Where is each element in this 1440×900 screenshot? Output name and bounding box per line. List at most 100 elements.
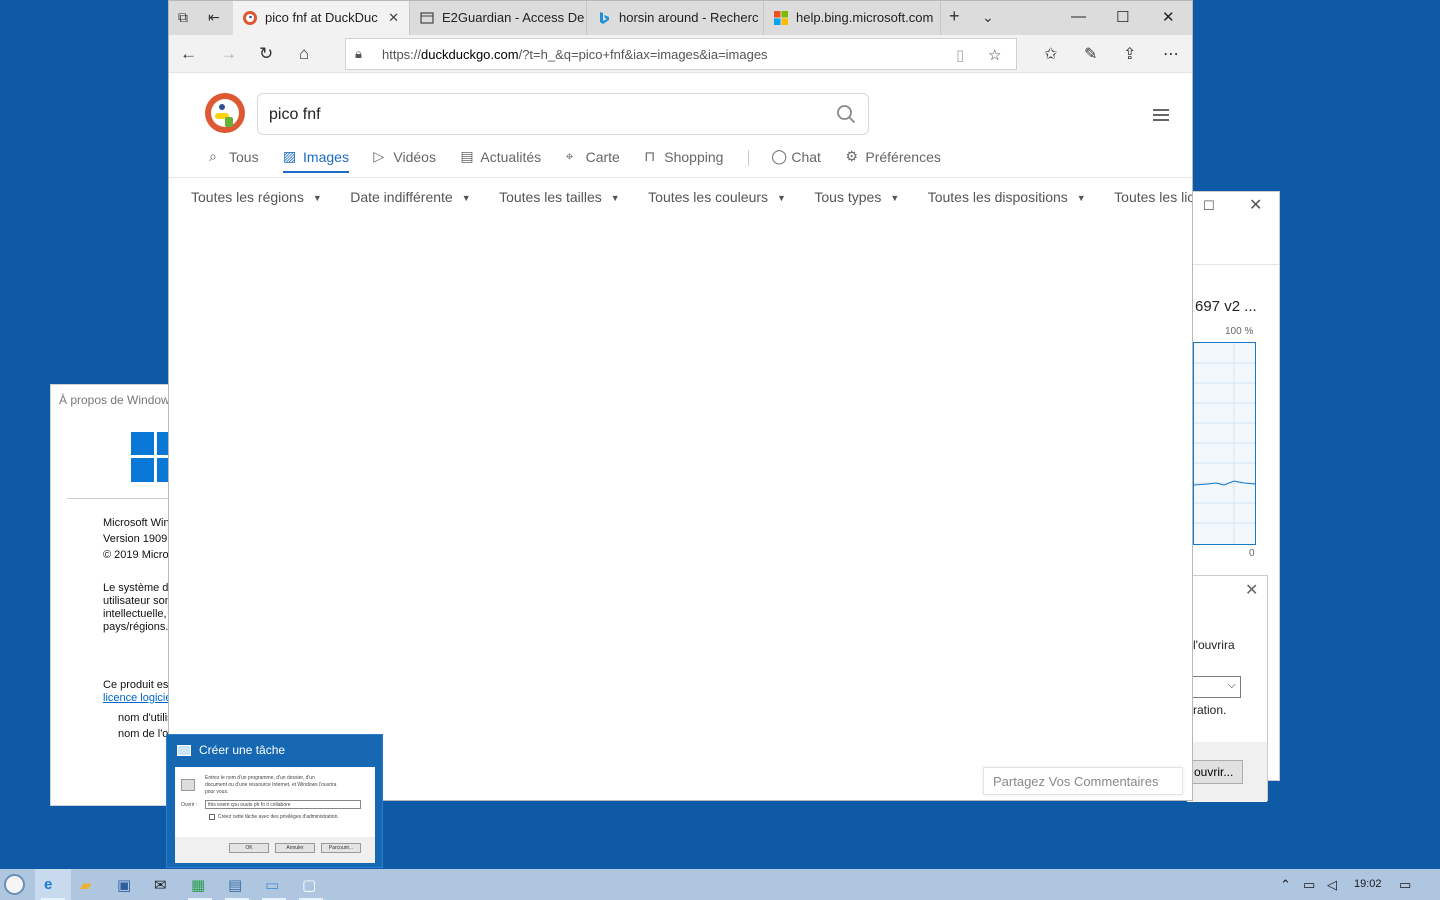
tab-shopping[interactable]: ⊓ Shopping <box>644 148 723 165</box>
image-icon: ▨ <box>283 148 297 164</box>
start-button[interactable] <box>4 874 25 895</box>
about-para-line: Le système d <box>103 582 169 594</box>
refresh-icon[interactable]: ↻ <box>259 44 273 64</box>
close-icon[interactable]: ✕ <box>1249 195 1262 215</box>
filter-size[interactable]: Toutes les tailles ▼ <box>499 189 620 205</box>
tab-bar: ⧉ ⇤ pico fnf at DuckDuc ✕ E2Guardian - A… <box>169 1 1192 35</box>
maximize-icon[interactable]: ☐ <box>1203 198 1215 214</box>
tab-images[interactable]: ▨ Images <box>283 148 349 173</box>
filter-layout[interactable]: Toutes les dispositions ▼ <box>928 189 1086 205</box>
url-text: https://duckduckgo.com/?t=h_&q=pico+fnf&… <box>382 47 768 62</box>
tab-title: horsin around - Recherc <box>619 10 759 25</box>
tab-e2guardian[interactable]: E2Guardian - Access De <box>410 1 587 35</box>
run-open-combobox[interactable]: ⌵ <box>1189 676 1241 698</box>
close-icon[interactable]: ✕ <box>1245 580 1258 600</box>
caret-down-icon: ▼ <box>610 193 620 203</box>
thumb-desc-line: document ou d'une ressource Internet, et… <box>205 782 337 788</box>
tab-bing-help[interactable]: help.bing.microsoft.com <box>764 1 941 35</box>
show-hidden-icons-chevron-icon[interactable]: ⌃ <box>1280 877 1291 893</box>
about-user-line: nom d'utilis <box>118 712 173 724</box>
duckduckgo-icon <box>243 11 257 25</box>
shopping-bag-icon: ⊓ <box>644 148 656 164</box>
forward-arrow-icon[interactable]: → <box>220 44 237 64</box>
volume-muted-icon[interactable]: ◁ <box>1327 877 1337 893</box>
thumb-cancel-button: Annuler <box>275 843 315 853</box>
filter-color[interactable]: Toutes les couleurs ▼ <box>648 189 786 205</box>
folder-icon: ▰ <box>80 877 92 894</box>
share-icon[interactable]: ⇪ <box>1123 44 1136 64</box>
notifications-icon[interactable]: ▭ <box>1399 877 1411 893</box>
graph-scale-top: 100 % <box>1225 326 1254 337</box>
search-icon: ⌕ <box>209 148 217 164</box>
web-note-icon[interactable]: ✎ <box>1084 44 1097 64</box>
taskbar-store[interactable]: ▣ <box>108 869 144 900</box>
tab-bing-search[interactable]: horsin around - Recherc <box>587 1 764 35</box>
browse-button[interactable]: ouvrir... <box>1189 760 1243 784</box>
filter-date[interactable]: Date indifférente ▼ <box>350 189 470 205</box>
store-icon: ▣ <box>117 877 132 894</box>
filter-type[interactable]: Tous types ▼ <box>814 189 899 205</box>
minimize-icon[interactable]: — <box>1071 8 1086 25</box>
taskbar-run[interactable]: ▭ <box>256 869 292 900</box>
tab-actualites[interactable]: ▤ Actualités <box>460 148 541 165</box>
run-dialog-icon <box>181 779 195 791</box>
feedback-button[interactable]: Partagez Vos Commentaires <box>983 767 1183 795</box>
maximize-icon[interactable]: ☐ <box>1116 8 1129 26</box>
favorite-star-icon[interactable]: ☆ <box>988 46 1001 64</box>
taskbar-mail[interactable]: ✉ <box>145 869 181 900</box>
thumb-admin-checkbox <box>209 814 215 820</box>
chevron-down-icon: ⌵ <box>1227 679 1236 691</box>
run-icon: ▭ <box>265 877 280 894</box>
close-tab-icon[interactable]: ✕ <box>388 10 399 26</box>
about-product-line: Ce produit est <box>103 679 172 691</box>
duckduckgo-logo[interactable] <box>205 93 245 133</box>
about-para-line: intellectuelle, <box>103 608 167 620</box>
home-icon[interactable]: ⌂ <box>299 44 309 64</box>
reading-view-icon[interactable]: ▯ <box>956 46 964 64</box>
tab-videos[interactable]: ▷ Vidéos <box>373 148 436 165</box>
taskbar-edge[interactable]: e <box>35 869 71 900</box>
tab-title: pico fnf at DuckDuc <box>265 10 378 25</box>
taskbar: e ▰ ▣ ✉ ▦ ▤ ▭ ▢ ⌃ ▭ ◁ 19:02 ▭ <box>0 869 1440 900</box>
tab-chat[interactable]: ◯ Chat <box>771 148 821 165</box>
tab-tous[interactable]: ⌕ Tous <box>209 148 259 165</box>
tab-duckduckgo[interactable]: pico fnf at DuckDuc ✕ <box>233 1 410 35</box>
license-link[interactable]: licence logiciel <box>103 692 174 705</box>
search-icon[interactable] <box>836 104 856 124</box>
new-tab-icon[interactable]: + <box>949 6 960 27</box>
back-arrow-icon[interactable]: ← <box>180 44 197 64</box>
address-bar[interactable]: 🔒︎ https://duckduckgo.com/?t=h_&q=pico+f… <box>345 38 1017 70</box>
filter-license[interactable]: Toutes les lic <box>1114 189 1192 205</box>
run-app-icon <box>177 745 191 756</box>
taskbar-app-green[interactable]: ▦ <box>182 869 218 900</box>
taskbar-about-windows[interactable]: ▢ <box>293 869 329 900</box>
filter-region[interactable]: Toutes les régions ▼ <box>191 189 322 205</box>
menu-icon[interactable] <box>1153 109 1169 123</box>
close-window-icon[interactable]: ✕ <box>1162 8 1175 26</box>
search-query: pico fnf <box>269 106 321 123</box>
nav-divider <box>747 149 749 166</box>
network-icon[interactable]: ▭ <box>1303 877 1315 893</box>
task-thumbnail-preview[interactable]: Créer une tâche Entrez le nom d'un progr… <box>166 734 383 868</box>
run-admin-text: ration. <box>1193 703 1227 717</box>
app-icon: ▦ <box>191 877 206 894</box>
tab-manager-icon[interactable]: ⧉ <box>178 9 188 26</box>
mail-icon: ✉ <box>154 877 167 894</box>
taskbar-file-explorer[interactable]: ▰ <box>71 869 107 900</box>
taskbar-task-manager[interactable]: ▤ <box>219 869 255 900</box>
more-options-icon[interactable]: ⋯ <box>1163 44 1179 64</box>
tab-preferences[interactable]: ⚙ Préférences <box>845 148 940 165</box>
favorites-hub-icon[interactable]: ✩ <box>1044 44 1057 64</box>
thumb-desc-line: Entrez le nom d'un programme, d'un dossi… <box>205 775 315 781</box>
tab-preview-chevron-icon[interactable]: ⌄ <box>982 9 994 26</box>
address-toolbar: ← → ↻ ⌂ 🔒︎ https://duckduckgo.com/?t=h_&… <box>169 35 1192 73</box>
thumb-browse-button: Parcourir... <box>321 843 361 853</box>
thumb-open-value: this exem cpu ouuts ph fo it collabore <box>208 802 291 808</box>
set-aside-tabs-icon[interactable]: ⇤ <box>208 9 220 26</box>
thumbnail-title: Créer une tâche <box>199 743 286 757</box>
about-windows-title: À propos de Windows <box>59 393 176 407</box>
clock[interactable]: 19:02 <box>1354 878 1382 890</box>
tab-carte[interactable]: ⌖ Carte <box>566 148 620 165</box>
about-org-line: nom de l'o <box>118 728 169 740</box>
search-input[interactable]: pico fnf <box>257 93 869 135</box>
